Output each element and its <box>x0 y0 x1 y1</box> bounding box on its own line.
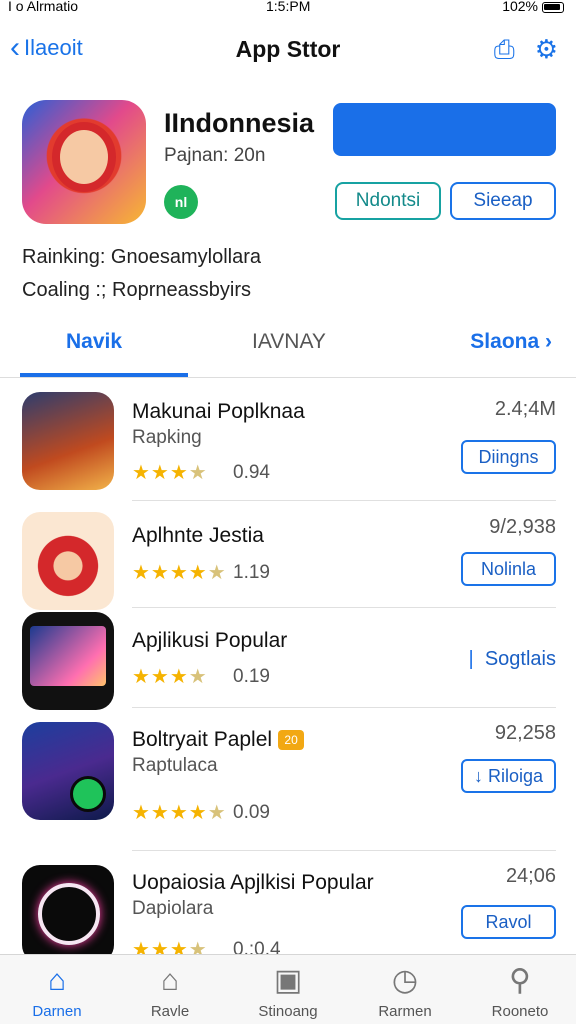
divider <box>132 707 556 708</box>
app-name: IIndonnesia <box>164 108 315 138</box>
app-icon-hijab <box>22 512 114 610</box>
phone-screen <box>30 626 106 686</box>
app-icon-game <box>22 392 114 490</box>
item-title: Aplhnte Jestia <box>132 524 264 547</box>
star-rating-icon: ★★★★ <box>132 666 208 688</box>
star-rating-icon: ★★★★★ <box>132 802 227 824</box>
tabbar-item-stinoang[interactable]: ▣ Stinoang <box>238 963 338 1020</box>
ranking-info: Rainking: Gnoesamylollara <box>22 246 262 268</box>
tabbar-label: Darnen <box>32 1003 82 1020</box>
divider <box>132 500 556 501</box>
page-title: App Sttor <box>235 36 341 62</box>
battery-percent: 102% <box>502 0 538 14</box>
navigation-bar: ‹ Ilaeoit App Sttor ⎙ ⚙ <box>0 28 576 72</box>
app-subtitle: Pajnan: 20n <box>164 145 266 166</box>
app-icon <box>22 100 146 224</box>
box-icon: ▣ <box>273 964 303 997</box>
carrier-label: I o Alrmatio <box>8 0 79 14</box>
item-size: 9/2,938 <box>489 516 556 538</box>
status-bar: I o Alrmatio 1:5:PM 102% <box>0 0 576 16</box>
battery-indicator: 102% <box>502 0 564 14</box>
nav-actions: ⎙ ⚙ <box>494 34 558 66</box>
item-rating: 1.19 <box>233 562 270 583</box>
item-rating: 0.09 <box>233 802 270 823</box>
tabbar-item-rarmen[interactable]: ◷ Rarmen <box>355 963 455 1020</box>
star-rating-icon: ★★★★★ <box>132 562 227 584</box>
app-badge: nl <box>164 185 198 219</box>
clock-icon: ◷ <box>391 964 419 997</box>
install-link[interactable]: | Sogtlais <box>469 648 556 671</box>
tabbar-label: Stinoang <box>258 1003 318 1020</box>
download-button[interactable]: ↓ Riloiga <box>461 759 556 793</box>
item-title: Apjlikusi Popular <box>132 629 288 652</box>
item-size: 92,258 <box>494 722 556 744</box>
install-link-label: Sogtlais <box>484 648 556 670</box>
settings-icon[interactable]: ⚙ <box>535 34 558 66</box>
item-rating: 0.19 <box>233 666 270 687</box>
tabbar-label: Rarmen <box>378 1003 432 1020</box>
app-icon-phone <box>22 612 114 710</box>
tab-navik[interactable]: Navik <box>66 330 122 354</box>
tab-slaona[interactable]: Slaona › <box>470 330 552 354</box>
house-icon: ⌂ <box>160 964 180 997</box>
install-button[interactable]: Ravol <box>461 905 556 939</box>
tabbar-label: Rooneto <box>491 1003 549 1020</box>
tag-badge: 20 <box>278 730 305 751</box>
battery-icon <box>542 1 564 13</box>
item-title: Uopaiosia Apjlkisi Popular <box>132 871 374 894</box>
item-category: Rapking <box>132 427 202 448</box>
tabbar-item-rooneto[interactable]: ⚲ Rooneto <box>470 963 570 1020</box>
ring-icon <box>38 883 100 945</box>
install-button[interactable]: Nolinla <box>461 552 556 586</box>
share-icon[interactable]: ⎙ <box>494 34 515 66</box>
search-icon: ⚲ <box>509 964 531 997</box>
primary-action-button[interactable]: Ndontsi <box>335 182 441 220</box>
coaling-info: Coaling :; Roprneassbyirs <box>22 279 251 301</box>
install-button[interactable]: Diingns <box>461 440 556 474</box>
status-time: 1:5:PM <box>266 0 311 14</box>
get-button[interactable] <box>333 103 556 156</box>
home-icon: ⌂ <box>47 964 67 997</box>
item-category: Raptulaca <box>132 755 218 776</box>
separator-bar: | <box>468 648 474 670</box>
tabbar-label: Ravle <box>150 1003 190 1020</box>
segmented-tabs: Navik IAVNAY Slaona › <box>0 322 576 378</box>
item-size: 2.4;4M <box>494 398 556 420</box>
chevron-right-icon: › <box>545 330 552 353</box>
item-title-text: Boltryait Paplel <box>132 728 273 751</box>
item-title: Boltryait Paplel 20 <box>132 728 305 752</box>
item-rating: 0.94 <box>233 462 270 483</box>
bottom-tab-bar: ⌂ Darnen ⌂ Ravle ▣ Stinoang ◷ Rarmen ⚲ R… <box>0 954 576 1024</box>
divider <box>132 850 556 851</box>
item-size: 24;06 <box>505 865 556 887</box>
secondary-action-button[interactable]: Sieeap <box>450 182 556 220</box>
item-category: Dapiolara <box>132 898 214 919</box>
app-icon-hero <box>22 722 114 820</box>
tabbar-item-darnen[interactable]: ⌂ Darnen <box>7 963 107 1020</box>
coin-icon <box>70 776 106 812</box>
tabbar-item-ravle[interactable]: ⌂ Ravle <box>120 963 220 1020</box>
star-rating-icon: ★★★★ <box>132 462 208 484</box>
tab-indicator <box>20 373 188 377</box>
tab-iavnay[interactable]: IAVNAY <box>252 330 326 354</box>
item-title: Makunai Poplknaa <box>132 400 305 423</box>
app-icon-ring <box>22 865 114 963</box>
divider <box>132 607 556 608</box>
tab-slaona-label: Slaona <box>470 330 540 353</box>
